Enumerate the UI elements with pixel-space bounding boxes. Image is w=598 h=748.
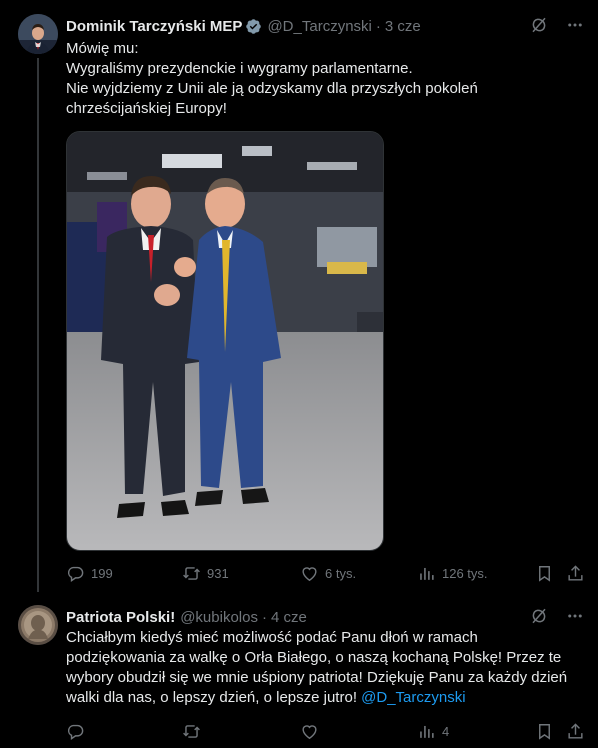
author-handle[interactable]: @D_Tarczynski bbox=[267, 18, 371, 35]
reply-count: 199 bbox=[91, 566, 113, 581]
tweet-text-line: Chciałbym kiedyś mieć możliwość podać Pa… bbox=[66, 629, 478, 646]
like-button[interactable]: 6 tys. bbox=[300, 564, 356, 583]
author-name[interactable]: Dominik Tarczyński MEP bbox=[66, 18, 242, 35]
verified-badge-icon bbox=[245, 18, 262, 35]
tweet-text-line: Wygraliśmy prezydenckie i wygramy parlam… bbox=[66, 60, 413, 77]
grok-icon[interactable] bbox=[530, 607, 548, 625]
reply-icon bbox=[66, 722, 85, 741]
separator-dot: · bbox=[375, 17, 381, 35]
author-name[interactable]: Patriota Polski! bbox=[66, 609, 175, 626]
avatar[interactable] bbox=[18, 605, 58, 645]
views-icon bbox=[417, 564, 436, 583]
tweet-actions: 4 bbox=[66, 722, 586, 742]
tweet-text-line: Mówię mu: bbox=[66, 40, 139, 57]
repost-icon bbox=[182, 722, 201, 741]
share-button[interactable] bbox=[566, 564, 585, 583]
tweet-header: Dominik Tarczyński MEP @D_Tarczynski · 3… bbox=[66, 16, 584, 36]
tweet-text-line: wybory obudził się we mnie uśpiony patri… bbox=[66, 669, 568, 686]
tweet-actions: 199 931 6 tys. 126 tys. bbox=[66, 564, 586, 584]
share-button[interactable] bbox=[566, 722, 585, 741]
author-handle[interactable]: @kubikolos bbox=[180, 609, 258, 626]
avatar[interactable] bbox=[18, 14, 58, 54]
tweet-text: Chciałbym kiedyś mieć możliwość podać Pa… bbox=[66, 628, 586, 708]
reply-icon bbox=[66, 564, 85, 583]
bookmark-button[interactable] bbox=[535, 722, 554, 741]
tweet-text-line: podziękowania za walkę o Orła Białego, o… bbox=[66, 649, 562, 666]
repost-icon bbox=[182, 564, 201, 583]
like-button[interactable] bbox=[300, 722, 319, 741]
more-icon[interactable] bbox=[566, 607, 584, 625]
repost-count: 931 bbox=[207, 566, 229, 581]
tweet-main[interactable]: Dominik Tarczyński MEP @D_Tarczynski · 3… bbox=[0, 0, 598, 595]
thread-connector-line bbox=[37, 58, 39, 592]
repost-button[interactable]: 931 bbox=[182, 564, 229, 583]
tweet-reply[interactable]: Patriota Polski! @kubikolos · 4 cze Chci… bbox=[0, 595, 598, 748]
timestamp[interactable]: 4 cze bbox=[271, 609, 307, 626]
reply-button[interactable]: 199 bbox=[66, 564, 113, 583]
heart-icon bbox=[300, 722, 319, 741]
tweet-text-line-part: walki dla nas, o lepszy dzień, o lepsze … bbox=[66, 689, 357, 706]
reply-button[interactable] bbox=[66, 722, 85, 741]
tweet-text-line: Nie wyjdziemy z Unii ale ją odzyskamy dl… bbox=[66, 80, 478, 97]
more-icon[interactable] bbox=[566, 16, 584, 34]
bookmark-button[interactable] bbox=[535, 564, 554, 583]
views-button[interactable]: 126 tys. bbox=[417, 564, 488, 583]
like-count: 6 tys. bbox=[325, 566, 357, 581]
grok-icon[interactable] bbox=[530, 16, 548, 34]
bookmark-icon bbox=[535, 722, 554, 741]
separator-dot: · bbox=[261, 608, 267, 626]
mention-link[interactable]: @D_Tarczynski bbox=[361, 689, 465, 706]
views-icon bbox=[417, 722, 436, 741]
heart-icon bbox=[300, 564, 319, 583]
share-icon bbox=[566, 722, 585, 741]
repost-button[interactable] bbox=[182, 722, 201, 741]
tweet-text-line: walki dla nas, o lepszy dzień, o lepsze … bbox=[66, 688, 586, 708]
views-count: 126 tys. bbox=[442, 566, 488, 581]
bookmark-icon bbox=[535, 564, 554, 583]
views-count: 4 bbox=[442, 724, 450, 739]
tweet-text-line: chrześcijańskiej Europy! bbox=[66, 100, 227, 117]
tweet-photo[interactable] bbox=[66, 131, 384, 551]
tweet-text: Mówię mu: Wygraliśmy prezydenckie i wygr… bbox=[66, 39, 586, 119]
timestamp[interactable]: 3 cze bbox=[385, 18, 421, 35]
views-button[interactable]: 4 bbox=[417, 722, 449, 741]
share-icon bbox=[566, 564, 585, 583]
tweet-header: Patriota Polski! @kubikolos · 4 cze bbox=[66, 607, 584, 627]
